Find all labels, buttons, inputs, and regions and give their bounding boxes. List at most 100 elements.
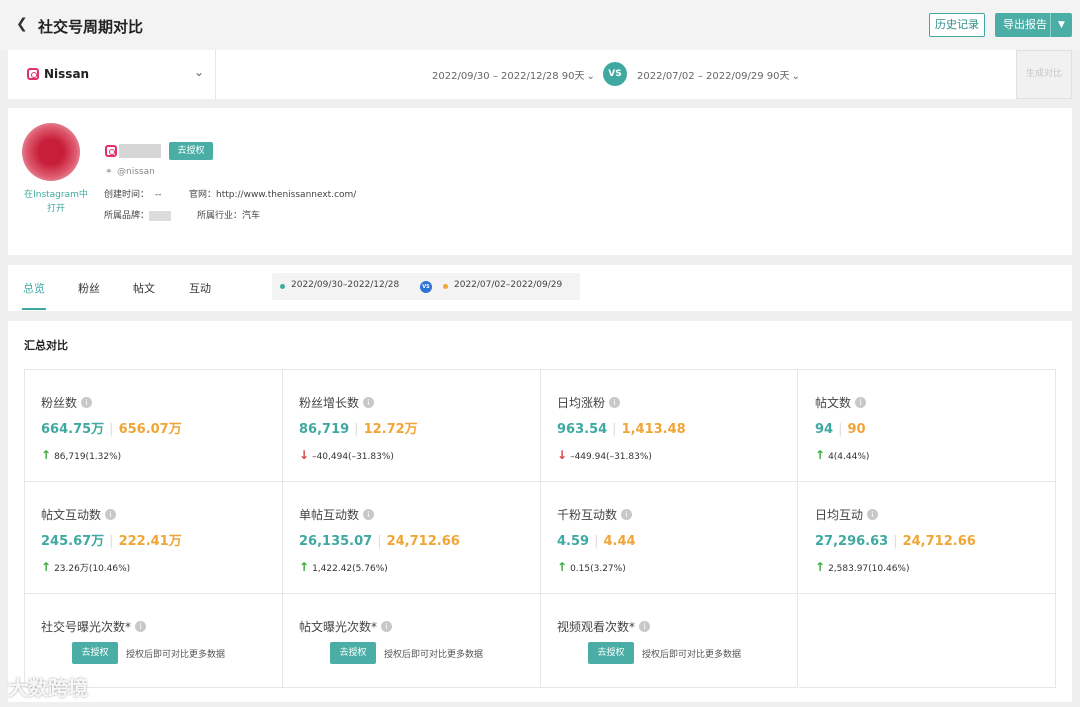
value-separator: | bbox=[109, 534, 114, 549]
metric-label: 日均互动 bbox=[815, 508, 864, 522]
metric-value-period-b: 24,712.66 bbox=[902, 534, 976, 549]
top-bar: ❮ 社交号周期对比 历史记录 导出报告 ▼ bbox=[0, 0, 1080, 50]
locked-metric-cell: 视频观看次数* i 去授权 授权后即可对比更多数据 bbox=[541, 594, 798, 688]
website: 官网：http://www.thenissannext.com/ bbox=[189, 187, 356, 200]
legend-period-b: 2022/07/02–2022/09/29 bbox=[454, 280, 563, 290]
open-in-instagram-link[interactable]: 在Instagram中打开 bbox=[24, 188, 88, 216]
metric-value-period-a: 27,296.63 bbox=[815, 534, 889, 549]
locked-metric-cell: 帖文曝光次数* i 去授权 授权后即可对比更多数据 bbox=[283, 594, 541, 688]
authorize-button[interactable]: 去授权 bbox=[330, 642, 376, 664]
chevron-down-icon: ⌄ bbox=[194, 65, 205, 79]
history-button[interactable]: 历史记录 bbox=[929, 13, 985, 37]
value-separator: | bbox=[612, 422, 617, 437]
value-separator: | bbox=[594, 534, 599, 549]
arrow-up-icon: ↑ bbox=[41, 448, 52, 462]
info-icon[interactable]: i bbox=[135, 621, 147, 632]
metric-label-row: 视频观看次数* i bbox=[557, 616, 651, 635]
export-button-label: 导出报告 bbox=[1003, 18, 1047, 31]
page-title: 社交号周期对比 bbox=[38, 18, 144, 36]
period-a-value: 2022/09/30 – 2022/12/28 90天 bbox=[432, 71, 585, 82]
chevron-down-icon: ⌄ bbox=[586, 71, 595, 82]
info-icon[interactable]: i bbox=[363, 509, 375, 520]
metric-change: ↑ 86,719(1.32%) bbox=[41, 444, 121, 463]
metric-label-row: 粉丝增长数 i bbox=[299, 392, 375, 411]
profile-card: 在Instagram中打开 去授权 ⚭ @nissan 创建时间： -- 官网：h… bbox=[8, 108, 1072, 255]
arrow-up-icon: ↑ bbox=[815, 560, 826, 574]
arrow-up-icon: ↑ bbox=[557, 560, 568, 574]
generate-compare-button[interactable]: 生成对比 bbox=[1016, 50, 1072, 99]
value-separator: | bbox=[377, 534, 382, 549]
info-icon[interactable]: i bbox=[639, 621, 651, 632]
info-icon[interactable]: i bbox=[81, 397, 93, 408]
industry-label: 所属行业： bbox=[197, 211, 243, 221]
info-icon[interactable]: i bbox=[105, 509, 117, 520]
tab-fans[interactable]: 粉丝 bbox=[78, 280, 100, 296]
arrow-down-icon: ↓ bbox=[299, 448, 310, 462]
metric-value-period-b: 222.41万 bbox=[118, 534, 182, 549]
metric-cell: 日均互动 i 27,296.63 | 24,712.66 ↑ 2,583.97(10.46%… bbox=[799, 482, 1056, 594]
active-tab-indicator bbox=[22, 308, 46, 310]
metric-label: 帖文曝光次数* bbox=[299, 620, 378, 634]
chevron-down-icon: ⌄ bbox=[791, 71, 800, 82]
authorize-button[interactable]: 去授权 bbox=[169, 142, 213, 160]
arrow-up-icon: ↑ bbox=[41, 560, 52, 574]
comparison-selector: Nissan ⌄ 2022/09/30 – 2022/12/28 90天 ⌄ VS… bbox=[8, 50, 1072, 99]
account-handle: @nissan bbox=[117, 167, 155, 177]
metric-value-period-b: 24,712.66 bbox=[386, 534, 460, 549]
export-button[interactable]: 导出报告 ▼ bbox=[995, 13, 1072, 37]
metric-value-period-a: 86,719 bbox=[299, 422, 350, 437]
metric-cell: 单帖互动数 i 26,135.07 | 24,712.66 ↑ 1,422.42(5.76%… bbox=[283, 482, 541, 594]
value-separator: | bbox=[893, 534, 898, 549]
metric-value-period-a: 26,135.07 bbox=[299, 534, 373, 549]
info-icon[interactable]: i bbox=[867, 509, 879, 520]
created-value: -- bbox=[155, 190, 162, 200]
avatar bbox=[22, 123, 80, 181]
metric-label: 粉丝增长数 bbox=[299, 396, 360, 410]
metric-change: ↑ 0.15(3.27%) bbox=[557, 556, 626, 575]
metric-cell: 千粉互动数 i 4.59 | 4.44 ↑ 0.15(3.27%) bbox=[541, 482, 798, 594]
metric-values: 94 | 90 bbox=[815, 418, 866, 437]
metric-label: 社交号曝光次数* bbox=[41, 620, 132, 634]
info-icon[interactable]: i bbox=[381, 621, 393, 632]
chevron-left-icon[interactable]: ❮ bbox=[16, 16, 28, 32]
period-b-select[interactable]: 2022/07/02 – 2022/09/29 90天 ⌄ bbox=[637, 67, 800, 82]
arrow-down-icon: ↓ bbox=[557, 448, 568, 462]
authorize-button[interactable]: 去授权 bbox=[588, 642, 634, 664]
metrics-grid: 粉丝数 i 664.75万 | 656.07万 ↑ 86,719(1.32%) 粉丝增长数 i 8… bbox=[24, 369, 1056, 688]
metric-label: 日均涨粉 bbox=[557, 396, 606, 410]
authorize-button[interactable]: 去授权 bbox=[72, 642, 118, 664]
info-icon[interactable]: i bbox=[609, 397, 621, 408]
metric-change-value: –449.94(–31.83%) bbox=[570, 452, 652, 462]
metric-label-row: 社交号曝光次数* i bbox=[41, 616, 147, 635]
metric-value-period-a: 4.59 bbox=[557, 534, 590, 549]
metric-change-value: 4(4.44%) bbox=[828, 452, 870, 462]
period-a-select[interactable]: 2022/09/30 – 2022/12/28 90天 ⌄ bbox=[432, 67, 595, 82]
metric-label-row: 帖文曝光次数* i bbox=[299, 616, 393, 635]
info-icon[interactable]: i bbox=[363, 397, 375, 408]
tab-overview[interactable]: 总览 bbox=[23, 280, 45, 296]
metric-value-period-a: 664.75万 bbox=[41, 422, 105, 437]
created-time: 创建时间： -- bbox=[104, 187, 162, 200]
chevron-down-icon[interactable]: ▼ bbox=[1050, 13, 1072, 37]
brand-select-value: Nissan bbox=[44, 67, 90, 81]
tab-posts[interactable]: 帖文 bbox=[133, 280, 155, 296]
legend-period-a: 2022/09/30–2022/12/28 bbox=[291, 280, 400, 290]
metric-change-value: 2,583.97(10.46%) bbox=[828, 564, 910, 574]
metric-change: ↑ 2,583.97(10.46%) bbox=[815, 556, 909, 575]
metric-value-period-b: 4.44 bbox=[603, 534, 636, 549]
metric-label-row: 粉丝数 i bbox=[41, 392, 93, 411]
metric-label: 帖文互动数 bbox=[41, 508, 102, 522]
metric-cell: 帖文数 i 94 | 90 ↑ 4(4.44%) bbox=[799, 370, 1056, 482]
brand-select[interactable]: Nissan ⌄ bbox=[8, 50, 216, 99]
info-icon[interactable]: i bbox=[621, 509, 633, 520]
value-separator: | bbox=[109, 422, 114, 437]
metric-value-period-a: 245.67万 bbox=[41, 534, 105, 549]
metric-value-period-b: 656.07万 bbox=[118, 422, 182, 437]
info-icon[interactable]: i bbox=[855, 397, 867, 408]
website-link[interactable]: http://www.thenissannext.com/ bbox=[216, 190, 356, 200]
industry: 所属行业：汽车 bbox=[197, 208, 260, 221]
website-label: 官网： bbox=[189, 190, 217, 200]
metric-change-value: 86,719(1.32%) bbox=[54, 452, 122, 462]
vs-badge: VS bbox=[420, 281, 432, 293]
tab-interactions[interactable]: 互动 bbox=[189, 280, 211, 296]
